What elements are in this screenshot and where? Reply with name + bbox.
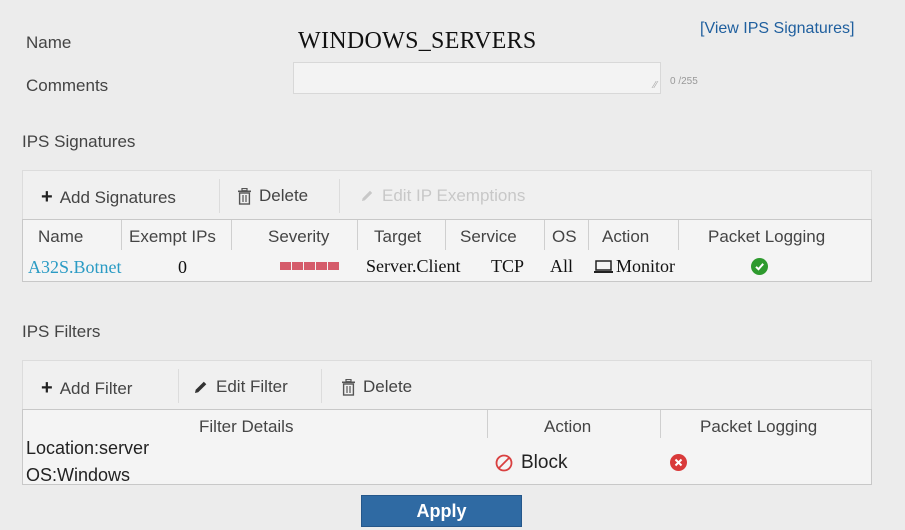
- edit-filter-label: Edit Filter: [216, 377, 288, 396]
- filter-action-value: Block: [495, 452, 567, 474]
- toolbar-divider: [339, 179, 340, 213]
- comments-char-count: 0 /255: [670, 76, 698, 87]
- col-header-packet-logging[interactable]: Packet Logging: [708, 227, 825, 247]
- toolbar-divider: [219, 179, 220, 213]
- ips-filters-title: IPS Filters: [22, 322, 101, 341]
- x-circle-icon: [670, 454, 687, 471]
- service-value: TCP: [491, 256, 525, 276]
- severity-indicator: [280, 262, 339, 270]
- col-header-name[interactable]: Name: [38, 227, 83, 247]
- delete-signature-button[interactable]: Delete: [237, 186, 308, 206]
- toolbar-divider: [321, 369, 322, 403]
- filters-table: Filter Details Action Packet Logging Loc…: [22, 409, 872, 485]
- delete-signature-label: Delete: [259, 186, 309, 205]
- col-header-os[interactable]: OS: [552, 227, 577, 247]
- target-value: Server.Client: [366, 256, 461, 276]
- edit-ip-exemptions-label: Edit IP Exemptions: [382, 186, 526, 205]
- add-signatures-label: Add Signatures: [59, 187, 176, 207]
- col-header-packet-logging[interactable]: Packet Logging: [700, 417, 817, 437]
- action-label: Monitor: [616, 256, 676, 276]
- pencil-icon: [195, 381, 207, 393]
- toolbar-divider: [178, 369, 179, 403]
- signatures-toolbar: + Add Signatures Delete Edit IP Exemptio…: [22, 170, 872, 220]
- comments-label: Comments: [26, 76, 109, 95]
- block-icon: [495, 454, 513, 472]
- trash-icon: [342, 378, 355, 396]
- ips-signatures-title: IPS Signatures: [22, 132, 136, 151]
- name-label: Name: [26, 33, 72, 52]
- plus-icon: +: [41, 377, 53, 399]
- filters-toolbar: + Add Filter Edit Filter Delete: [22, 360, 872, 410]
- col-header-action[interactable]: Action: [602, 227, 649, 247]
- col-header-action[interactable]: Action: [544, 417, 591, 437]
- col-header-service[interactable]: Service: [460, 227, 517, 247]
- add-filter-label: Add Filter: [59, 378, 133, 398]
- signature-name-link[interactable]: A32S.Botnet: [28, 257, 122, 278]
- comments-field[interactable]: ⁄⁄: [293, 62, 661, 94]
- signatures-table: Name Exempt IPs Severity Target Service …: [22, 219, 872, 282]
- resize-grip-icon[interactable]: ⁄⁄: [654, 81, 657, 91]
- add-filter-button[interactable]: + Add Filter: [41, 377, 132, 400]
- plus-icon: +: [41, 186, 53, 208]
- delete-filter-button[interactable]: Delete: [341, 377, 412, 397]
- view-ips-signatures-link[interactable]: [View IPS Signatures]: [700, 20, 854, 38]
- action-value: Monitor: [594, 256, 675, 277]
- apply-button[interactable]: Apply: [361, 495, 522, 527]
- monitor-icon: [594, 259, 613, 273]
- col-header-severity[interactable]: Severity: [268, 227, 329, 247]
- col-header-target[interactable]: Target: [374, 227, 421, 247]
- check-circle-icon: [751, 258, 768, 275]
- edit-filter-button[interactable]: Edit Filter: [193, 377, 288, 397]
- edit-ip-exemptions-button[interactable]: Edit IP Exemptions: [359, 186, 525, 206]
- trash-icon: [238, 187, 251, 205]
- filter-action-label: Block: [521, 452, 568, 473]
- os-value: All: [550, 256, 574, 276]
- col-header-filter-details[interactable]: Filter Details: [199, 417, 293, 437]
- exempt-ips-value: 0: [178, 257, 187, 277]
- pencil-icon: [362, 190, 373, 201]
- delete-filter-label: Delete: [363, 377, 413, 396]
- name-value: WINDOWS_SERVERS: [298, 28, 537, 54]
- col-header-exempt-ips[interactable]: Exempt IPs: [129, 227, 216, 247]
- add-signatures-button[interactable]: + Add Signatures: [41, 186, 176, 209]
- filter-location-detail: Location:server: [26, 438, 150, 458]
- filter-os-detail: OS:Windows: [26, 465, 131, 485]
